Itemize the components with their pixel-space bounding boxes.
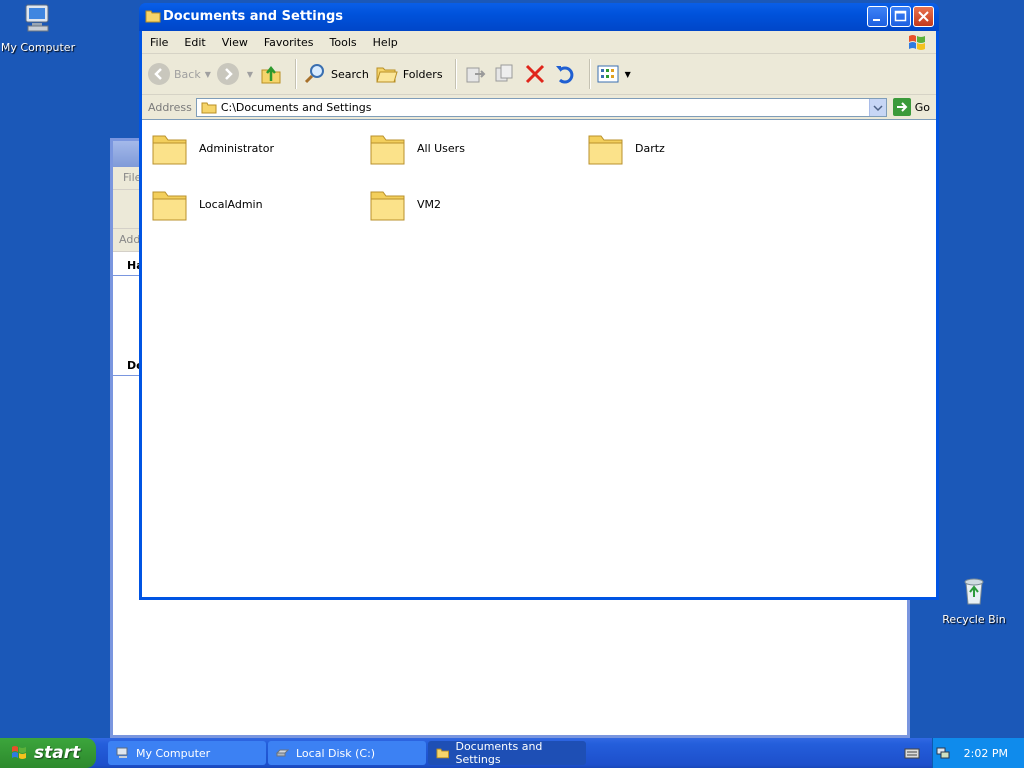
go-button[interactable]: Go <box>887 98 936 116</box>
clock[interactable]: 2:02 PM <box>964 747 1008 760</box>
folder-icon <box>436 748 450 759</box>
folder-item[interactable]: Administrator <box>151 128 274 168</box>
folder-item[interactable]: All Users <box>369 128 465 168</box>
delete-button[interactable] <box>523 62 547 86</box>
forward-button[interactable]: ▼ <box>216 63 253 85</box>
system-tray: 2:02 PM <box>932 738 1024 768</box>
up-folder-icon <box>261 65 281 84</box>
taskbar-button-documents-and-settings[interactable]: Documents and Settings <box>428 740 586 766</box>
views-dropdown-icon[interactable]: ▼ <box>625 70 631 79</box>
drive-icon <box>276 749 290 757</box>
toolbar: Back ▼ ▼ Search Folders ▼ <box>142 54 936 95</box>
forward-arrow-icon <box>216 63 239 85</box>
copy-to-button[interactable] <box>493 62 517 86</box>
address-bar: Address C:\Documents and Settings Go <box>142 95 936 120</box>
my-computer-icon <box>116 747 128 758</box>
go-arrow-icon <box>892 98 911 116</box>
maximize-icon <box>894 10 907 22</box>
address-label: Address <box>148 100 192 114</box>
address-dropdown-button[interactable] <box>868 98 886 116</box>
desktop-icon-recycle-bin[interactable]: Recycle Bin <box>934 574 1014 626</box>
folder-label: VM2 <box>417 197 442 211</box>
delete-icon <box>525 64 544 84</box>
menu-help[interactable]: Help <box>365 36 406 49</box>
folder-label: Dartz <box>635 141 665 155</box>
folders-label: Folders <box>402 67 443 81</box>
menubar: File Edit View Favorites Tools Help <box>142 31 936 54</box>
address-input[interactable]: C:\Documents and Settings <box>195 97 887 117</box>
desktop-icon-label: My Computer <box>0 41 76 54</box>
folder-icon <box>152 135 187 165</box>
close-icon <box>918 11 929 22</box>
window-titlebar[interactable]: Documents and Settings <box>139 3 939 31</box>
move-to-button[interactable] <box>463 62 487 86</box>
undo-icon <box>555 66 573 84</box>
folder-item[interactable]: LocalAdmin <box>151 184 263 224</box>
folders-icon <box>376 67 398 83</box>
views-icon <box>597 65 619 83</box>
back-dropdown-icon[interactable]: ▼ <box>205 70 211 79</box>
folder-label: Administrator <box>199 141 274 155</box>
window-body: File Edit View Favorites Tools Help Back… <box>142 31 936 597</box>
toolbar-separator <box>588 59 591 89</box>
folder-label: LocalAdmin <box>199 197 263 211</box>
maximize-button[interactable] <box>890 6 911 27</box>
my-computer-icon <box>25 4 49 32</box>
search-button[interactable]: Search <box>303 62 369 86</box>
folder-icon <box>201 102 217 113</box>
file-list: Administrator All Users Dartz LocalAdmin… <box>142 119 936 597</box>
taskbar-button-my-computer[interactable]: My Computer <box>108 741 266 765</box>
views-button[interactable]: ▼ <box>597 64 631 84</box>
back-arrow-icon <box>148 63 170 85</box>
close-button[interactable] <box>913 6 934 27</box>
folder-icon <box>370 135 405 165</box>
go-label: Go <box>914 100 930 114</box>
desktop-icon-my-computer[interactable]: My Computer <box>0 2 78 54</box>
folder-icon <box>370 191 405 221</box>
copy-to-icon <box>495 64 513 82</box>
task-label: Documents and Settings <box>455 740 543 766</box>
recycle-bin-icon <box>964 578 984 605</box>
toolbar-separator <box>295 59 298 89</box>
up-folder-button[interactable] <box>259 62 283 86</box>
address-value: C:\Documents and Settings <box>220 100 372 114</box>
window-title: Documents and Settings <box>163 9 344 24</box>
folder-item[interactable]: Dartz <box>587 128 665 168</box>
start-label: start <box>34 743 81 763</box>
desktop-icon-label: Recycle Bin <box>942 613 1006 626</box>
folder-icon <box>145 10 161 23</box>
explorer-window[interactable]: Documents and Settings File Edit View Fa… <box>139 3 939 600</box>
windows-logo-icon <box>909 35 925 50</box>
menu-favorites[interactable]: Favorites <box>256 36 322 49</box>
undo-button[interactable] <box>553 62 577 86</box>
folder-label: All Users <box>417 141 465 155</box>
menu-tools[interactable]: Tools <box>322 36 365 49</box>
windows-flag-icon <box>12 746 26 759</box>
menu-view[interactable]: View <box>214 36 256 49</box>
taskbar-button-local-disk[interactable]: Local Disk (C:) <box>268 741 426 765</box>
chevron-down-icon <box>873 104 883 111</box>
folder-icon <box>588 135 623 165</box>
menu-edit[interactable]: Edit <box>176 36 213 49</box>
minimize-icon <box>873 19 880 21</box>
menu-file[interactable]: File <box>142 36 176 49</box>
move-to-icon <box>466 67 485 83</box>
folders-button[interactable]: Folders <box>375 62 443 86</box>
search-icon <box>304 64 325 84</box>
back-label: Back <box>174 67 201 81</box>
task-label: My Computer <box>136 746 211 760</box>
start-button[interactable]: start <box>0 738 96 768</box>
keyboard-icon[interactable] <box>904 746 920 760</box>
task-label: Local Disk (C:) <box>296 746 376 760</box>
back-button[interactable]: Back ▼ <box>148 63 211 85</box>
search-label: Search <box>331 67 369 81</box>
taskbar: start My Computer Local Disk (C:) Docume… <box>0 738 1024 768</box>
toolbar-separator <box>454 59 457 89</box>
network-icon[interactable] <box>936 746 950 760</box>
folder-icon <box>152 191 187 221</box>
folder-item[interactable]: VM2 <box>369 184 441 224</box>
minimize-button[interactable] <box>867 6 888 27</box>
forward-dropdown-icon[interactable]: ▼ <box>247 70 253 79</box>
